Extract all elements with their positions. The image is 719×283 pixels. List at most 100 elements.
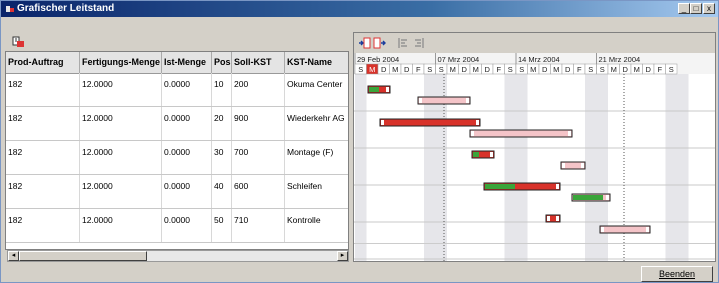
table-cell: 12.0000	[80, 73, 162, 106]
progress-segment	[573, 195, 603, 200]
table-cell: 20	[212, 107, 232, 140]
day-letter: F	[577, 65, 582, 74]
table-row[interactable]: 182 12.0000 0.0000 10 200 Okuma Center	[6, 73, 348, 107]
bar-start-cap	[562, 163, 565, 168]
gantt-bar[interactable]	[469, 129, 573, 138]
table-row[interactable]: 182 12.0000 0.0000 40 600 Schleifen	[6, 175, 348, 209]
table-cell: 182	[6, 107, 80, 140]
column-header[interactable]: Fertigungs-Menge	[80, 52, 162, 73]
main-window: Grafischer Leitstand _ □ x Prod-Auftrag …	[0, 0, 719, 283]
gantt-bar[interactable]	[599, 225, 651, 234]
table-cell: 30	[212, 141, 232, 174]
day-letter: D	[381, 65, 387, 74]
table-cell: Schleifen	[287, 181, 322, 191]
table-row[interactable]: 182 12.0000 0.0000 50 710 Kontrolle	[6, 209, 348, 243]
day-letter: F	[496, 65, 501, 74]
bar-end-cap	[466, 98, 469, 103]
horizontal-scrollbar[interactable]: ◂ ▸	[7, 250, 349, 262]
table-cell: 182	[6, 175, 80, 208]
day-letter: D	[565, 65, 571, 74]
zoom-out-icon[interactable]	[373, 36, 387, 50]
day-letter: D	[404, 65, 410, 74]
progress-segment	[369, 87, 379, 92]
weekend-shade	[665, 74, 689, 261]
table-cell: 0.0000	[162, 107, 212, 140]
table-cell: 182	[6, 141, 80, 174]
column-header[interactable]: KST-Name	[285, 52, 348, 73]
bar-end-cap	[581, 163, 584, 168]
weekend-shade	[355, 74, 367, 261]
bar-start-cap	[547, 216, 550, 221]
column-header[interactable]: Pos	[212, 52, 232, 73]
table-cell: 12.0000	[80, 141, 162, 174]
scroll-left-icon[interactable]: ◂	[8, 251, 19, 261]
gantt-chart: 29 Feb 2004 S M D M D F S 07 Mrz 2004 S M D M D F S 14 M…	[353, 32, 716, 262]
bar-end-cap	[606, 195, 609, 200]
align-right-icon[interactable]	[412, 36, 426, 50]
table-cell: 12.0000	[80, 107, 162, 140]
table-cell: 182	[6, 73, 80, 106]
table-cell: 0.0000	[162, 175, 212, 208]
table-row[interactable]: 182 12.0000 0.0000 20 900 Wiederkehr AG	[6, 107, 348, 141]
week-label: 14 Mrz 2004	[518, 55, 560, 64]
day-letter: M	[611, 65, 617, 74]
table-row[interactable]: 182 12.0000 0.0000 30 700 Montage (F)	[6, 141, 348, 175]
table-cell: 182	[6, 209, 80, 242]
bar-start-cap	[601, 227, 604, 232]
column-header[interactable]: Ist-Menge	[162, 52, 212, 73]
close-button[interactable]: x	[703, 3, 715, 14]
day-letter: D	[646, 65, 652, 74]
day-letter: F	[416, 65, 421, 74]
table-cell: 900	[232, 107, 285, 140]
day-letter: S	[588, 65, 593, 74]
bar-start-cap	[419, 98, 422, 103]
table-cell: 600	[232, 175, 285, 208]
bar-end-cap	[556, 216, 559, 221]
day-letter: S	[508, 65, 513, 74]
table-cell: 12.0000	[80, 175, 162, 208]
bar-start-cap	[381, 120, 384, 125]
column-header[interactable]: Prod-Auftrag	[6, 52, 80, 73]
day-letter: S	[519, 65, 524, 74]
week-label: 29 Feb 2004	[357, 55, 399, 64]
maximize-button[interactable]: □	[690, 3, 702, 14]
app-icon	[6, 6, 14, 12]
day-letter: M	[473, 65, 479, 74]
table-cell: 12.0000	[80, 209, 162, 242]
zoom-in-icon[interactable]	[358, 36, 372, 50]
gantt-bar[interactable]	[417, 96, 471, 105]
gantt-bar[interactable]	[379, 118, 481, 127]
table-cell: 0.0000	[162, 73, 212, 106]
day-letter: D	[542, 65, 548, 74]
day-letter: S	[358, 65, 363, 74]
table-cell: Montage (F)	[287, 147, 334, 157]
gantt-canvas[interactable]: 29 Feb 2004S M D M D F S07 Mrz 2004S M D M D F S14 M…	[354, 53, 715, 261]
table-cell: 10	[212, 73, 232, 106]
table-cell: 40	[212, 175, 232, 208]
left-toolbar	[5, 33, 348, 51]
table-cell: Okuma Center	[287, 79, 343, 89]
day-letter: M	[450, 65, 456, 74]
gantt-toolbar	[354, 33, 715, 53]
week-label: 21 Mrz 2004	[599, 55, 641, 64]
gantt-add-icon[interactable]	[12, 35, 26, 49]
bar-end-cap	[646, 227, 649, 232]
column-header[interactable]: Soll-KST	[232, 52, 285, 73]
beenden-button[interactable]: Beenden	[641, 266, 713, 282]
scroll-right-icon[interactable]: ▸	[337, 251, 348, 261]
title-bar[interactable]: Grafischer Leitstand _ □ x	[1, 1, 718, 17]
minimize-button[interactable]: _	[678, 3, 690, 14]
bar-end-cap	[568, 131, 571, 136]
bottom-line	[354, 243, 715, 244]
day-letter: D	[462, 65, 468, 74]
table-cell: 50	[212, 209, 232, 242]
window-title: Grafischer Leitstand	[17, 3, 115, 14]
table-cell: 710	[232, 209, 285, 242]
scroll-thumb[interactable]	[19, 251, 147, 261]
day-letter: S	[427, 65, 432, 74]
day-letter: M	[553, 65, 559, 74]
align-left-icon[interactable]	[396, 36, 410, 50]
day-letter: S	[669, 65, 674, 74]
table-cell: Kontrolle	[287, 215, 321, 225]
day-letter: D	[485, 65, 491, 74]
